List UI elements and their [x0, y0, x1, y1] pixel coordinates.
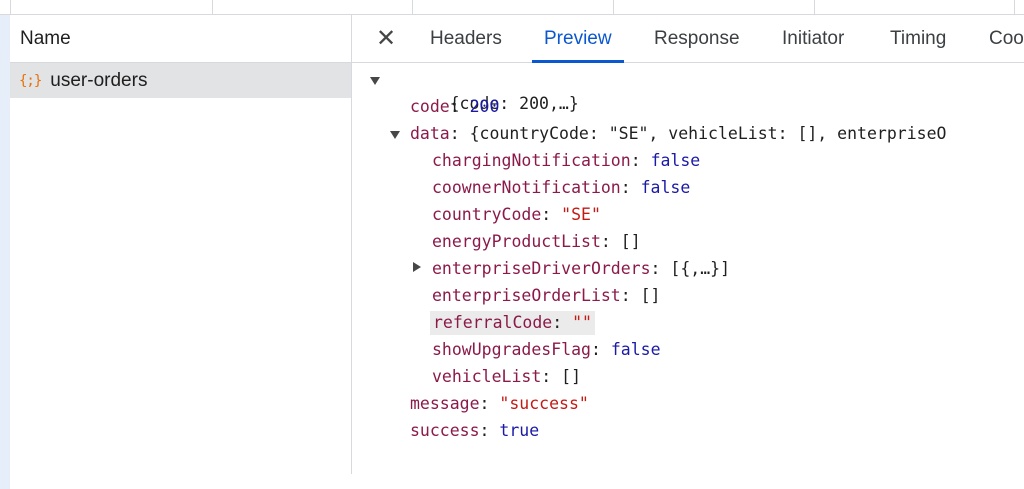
- column-divider: [814, 0, 815, 14]
- top-columns-strip: [0, 0, 1024, 15]
- tree-row-field: energyProductList: []: [432, 232, 641, 251]
- tab-initiator[interactable]: Initiator: [782, 15, 844, 62]
- tree-value: 200: [469, 97, 500, 116]
- tree-row-field: countryCode: "SE": [432, 205, 601, 224]
- tree-key: message: [410, 394, 480, 413]
- tree-row-message: message: "success": [410, 394, 589, 413]
- tree-value: "success": [499, 394, 589, 413]
- tree-row-success: success: true: [410, 421, 540, 440]
- column-divider: [613, 0, 614, 14]
- request-row-user-orders[interactable]: {;} user-orders: [10, 63, 351, 98]
- tree-root-row[interactable]: {code: 200,…}: [390, 68, 579, 113]
- json-resource-icon: {;}: [19, 72, 42, 89]
- triangle-down-icon[interactable]: [390, 131, 400, 139]
- details-pane: ✕ Headers Preview Response Initiator Tim…: [352, 15, 1024, 474]
- request-name: user-orders: [50, 69, 148, 91]
- details-tab-bar: ✕ Headers Preview Response Initiator Tim…: [352, 15, 1024, 63]
- data-summary: {countryCode: "SE", vehicleList: [], ent…: [469, 124, 947, 143]
- tree-key: showUpgradesFlag: [432, 340, 591, 359]
- tree-value: []: [561, 367, 582, 386]
- tab-timing[interactable]: Timing: [890, 15, 946, 62]
- tree-value: "": [572, 313, 592, 332]
- tree-key: vehicleList: [432, 367, 542, 386]
- tree-row-field: chargingNotification: false: [432, 151, 701, 170]
- tree-key: enterpriseDriverOrders: [432, 259, 651, 278]
- tree-key: referralCode: [433, 313, 553, 332]
- tree-value: []: [640, 286, 661, 305]
- tree-key: coownerNotification: [432, 178, 621, 197]
- tree-key: energyProductList: [432, 232, 601, 251]
- tree-value: false: [610, 340, 661, 359]
- tree-key: data: [410, 124, 450, 143]
- tree-row-field: vehicleList: []: [432, 367, 582, 386]
- name-column-label: Name: [20, 27, 71, 49]
- tree-row-data[interactable]: data: {countryCode: "SE", vehicleList: […: [410, 122, 946, 146]
- tree-row-field-collapsed[interactable]: enterpriseDriverOrders: [{,…}]: [432, 257, 730, 281]
- column-divider: [412, 0, 413, 14]
- name-column-header[interactable]: Name: [10, 15, 351, 63]
- tab-cookies[interactable]: Coo: [989, 15, 1024, 62]
- tree-row-code: code: 200: [410, 97, 500, 116]
- tree-key: countryCode: [432, 205, 542, 224]
- tree-value: true: [499, 421, 540, 440]
- triangle-right-icon[interactable]: [413, 262, 421, 272]
- tree-value: []: [620, 232, 641, 251]
- tree-value: "SE": [561, 205, 601, 224]
- tree-row-field: showUpgradesFlag: false: [432, 340, 661, 359]
- column-divider: [10, 0, 11, 14]
- triangle-down-icon[interactable]: [370, 77, 380, 85]
- tree-key: code: [410, 97, 450, 116]
- tree-value: false: [640, 178, 691, 197]
- column-divider: [1014, 0, 1015, 14]
- tab-response[interactable]: Response: [654, 15, 740, 62]
- tab-headers[interactable]: Headers: [430, 15, 502, 62]
- json-preview-tree: {code: 200,…} code: 200 data: {countryCo…: [352, 68, 1024, 468]
- tree-value: [{,…}]: [670, 259, 731, 278]
- tree-value: false: [650, 151, 701, 170]
- tree-key: success: [410, 421, 480, 440]
- tab-preview[interactable]: Preview: [532, 15, 624, 63]
- close-icon[interactable]: ✕: [372, 24, 400, 52]
- selection-edge: [0, 15, 10, 489]
- tree-row-field: enterpriseOrderList: []: [432, 286, 661, 305]
- tree-key: enterpriseOrderList: [432, 286, 621, 305]
- column-divider: [212, 0, 213, 14]
- tree-key: chargingNotification: [432, 151, 631, 170]
- request-list-pane: Name {;} user-orders: [0, 15, 352, 489]
- tree-row-field: coownerNotification: false: [432, 178, 691, 197]
- tree-row-field-hovered: referralCode: "": [430, 311, 595, 335]
